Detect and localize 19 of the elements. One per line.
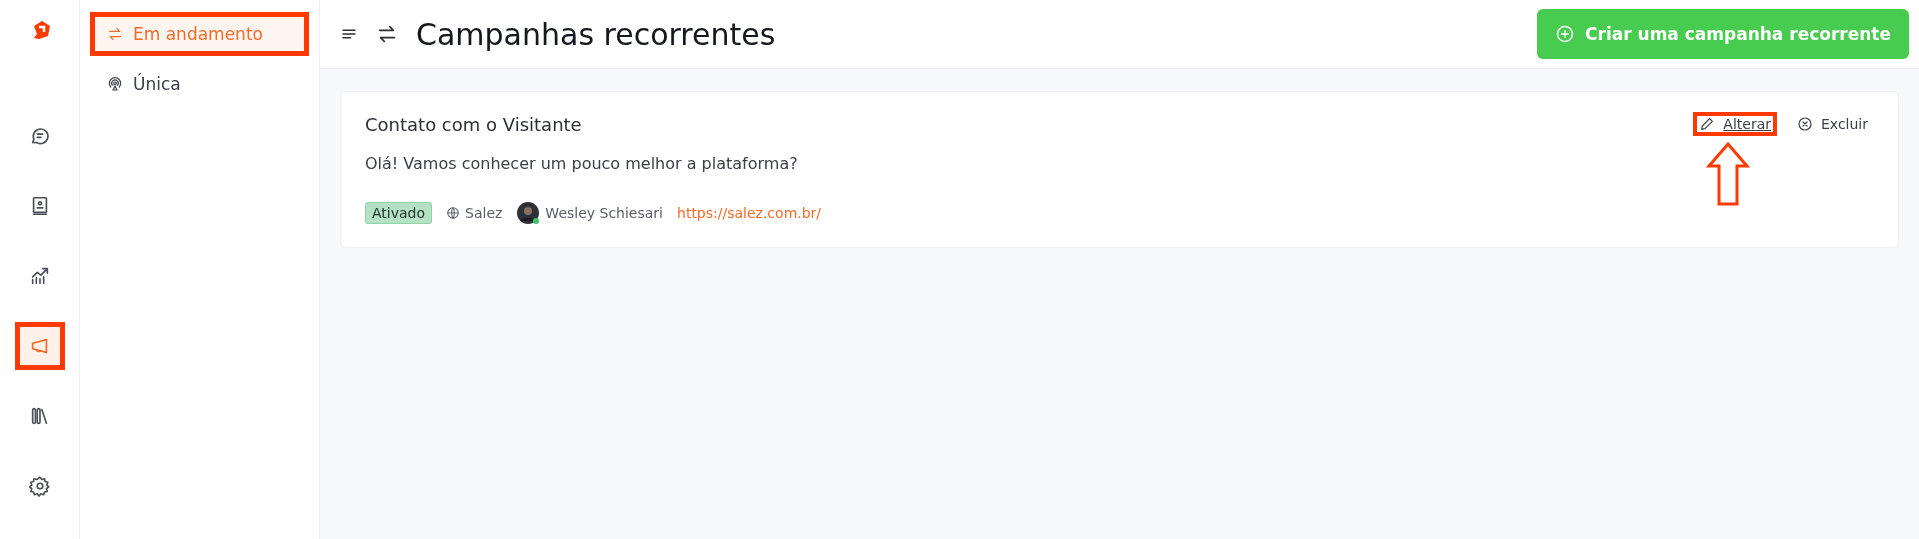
action-link[interactable]: Excluir	[1791, 112, 1874, 136]
broadcast-icon	[107, 76, 123, 92]
settings-icon	[28, 475, 51, 497]
campaign-title: Contato com o Visitante	[365, 113, 583, 135]
up-arrow-icon	[1706, 142, 1750, 206]
action-link[interactable]: Alterar	[1693, 112, 1777, 136]
globe-icon	[446, 206, 461, 220]
close-circle-icon	[1797, 116, 1813, 132]
swap-arrows-icon	[107, 26, 123, 42]
status-badge: Ativado	[365, 202, 433, 224]
plus-circle-icon	[1555, 24, 1576, 44]
avatar	[516, 201, 541, 225]
page-title: Campanhas recorrentes	[416, 16, 777, 52]
pencil-icon	[1699, 116, 1716, 132]
author-name: Wesley Schiesari	[545, 205, 663, 221]
campaign-message: Olá! Vamos conhecer um pouco melhor a plataforma?	[365, 154, 799, 173]
subnav-item[interactable]: Única	[90, 62, 309, 106]
swap-arrows-icon	[376, 23, 398, 45]
site-name: Salez	[465, 205, 503, 221]
